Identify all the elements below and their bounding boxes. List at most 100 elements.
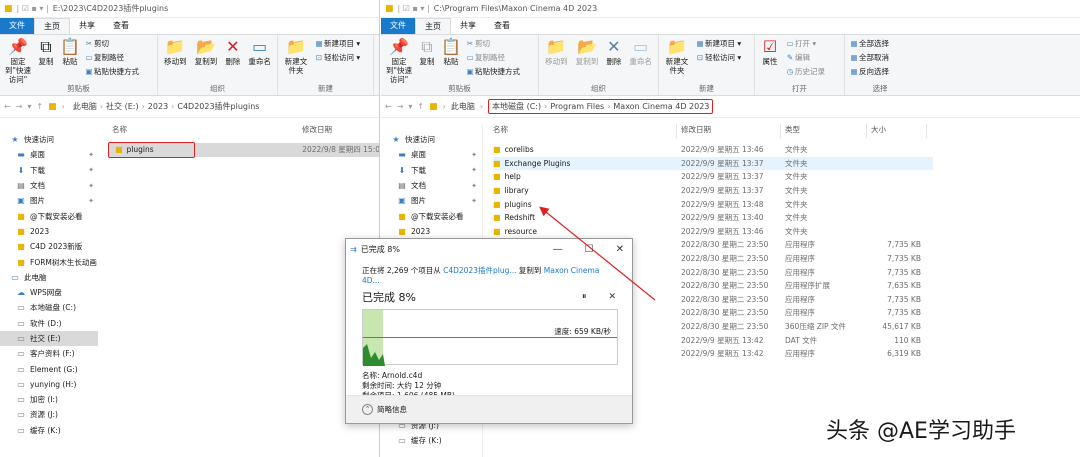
sidebar-item[interactable]: ▭ 客户资料 (F:) <box>0 346 98 361</box>
tab-home[interactable]: 主页 <box>34 18 70 34</box>
back-arrow-icon[interactable]: ← <box>385 102 392 111</box>
new-item-button[interactable]: ▦新建项目 ▾ <box>695 37 741 50</box>
sidebar-item[interactable]: ▣ 图片 ✦ <box>0 193 98 208</box>
copy-path-button[interactable]: ▭复制路径 <box>84 51 139 64</box>
tab-home[interactable]: 主页 <box>415 18 451 34</box>
sidebar-item[interactable]: ▭ 本地磁盘 (C:) <box>0 300 98 315</box>
sidebar-item[interactable]: ▭ 缓存 (K:) <box>381 433 481 448</box>
minimize-icon[interactable]: — <box>553 244 563 255</box>
sidebar-item[interactable]: ■ C4D 2023新版 <box>0 239 98 254</box>
back-arrow-icon[interactable]: ← <box>4 102 11 111</box>
cancel-icon[interactable]: ✕ <box>608 292 616 302</box>
file-row[interactable]: ■ resource 2022/9/9 星期五 13:46 文件夹 <box>493 225 933 239</box>
breadcrumb-item[interactable]: Maxon Cinema 4D 2023 <box>613 102 709 111</box>
tab-share[interactable]: 共享 <box>70 18 104 34</box>
easy-access-button[interactable]: ⊡ 轻松访问 ▾ <box>314 51 360 64</box>
sidebar-item[interactable]: ★ 快速访问 <box>0 132 98 147</box>
sidebar-item[interactable]: ▭ 此电脑 <box>0 270 98 285</box>
recent-chevron-icon[interactable]: ▾ <box>408 102 412 111</box>
breadcrumb-item[interactable]: 本地磁盘 (C:) <box>492 101 541 112</box>
copy-source-link[interactable]: C4D2023插件plug... <box>443 266 516 275</box>
file-name-cell: ■ plugins <box>108 141 196 158</box>
sidebar-item[interactable]: ☁ WPS网盘 <box>0 285 98 300</box>
select-all-button[interactable]: ▦全部选择 <box>849 37 889 50</box>
sidebar-item[interactable]: ▬ 桌面 ✦ <box>381 147 481 162</box>
column-modified[interactable]: 修改日期 <box>677 124 781 138</box>
paste-shortcut-button[interactable]: ▣粘贴快捷方式 <box>84 65 139 78</box>
tab-view[interactable]: 查看 <box>485 18 519 34</box>
column-type[interactable]: 类型 <box>781 124 867 138</box>
sidebar-item[interactable]: ▭ 缓存 (K:) <box>0 423 98 438</box>
history-button[interactable]: ◷ 历史记录 <box>785 65 825 78</box>
sidebar-item[interactable]: ■ @下载安装必看 <box>0 208 98 223</box>
select-none-button[interactable]: ▦全部取消 <box>849 51 889 64</box>
breadcrumb-item[interactable]: 此电脑 <box>451 101 475 112</box>
up-arrow-icon[interactable]: ↑ <box>417 102 424 111</box>
sidebar-item[interactable]: ▤ 文档 ✦ <box>0 178 98 193</box>
forward-arrow-icon[interactable]: → <box>397 102 404 111</box>
tab-file[interactable]: 文件 <box>381 18 415 34</box>
breadcrumb-item[interactable]: 2023 <box>148 102 168 111</box>
pause-icon[interactable]: ⏸ <box>582 292 587 302</box>
sidebar-item[interactable]: ▭ yunying (H:) <box>0 377 98 392</box>
sidebar-item[interactable]: ■ 2023 <box>381 224 481 239</box>
left-address-bar[interactable]: ← → ▾ ↑ ■ › 此电脑 › 社交 (E:) › 2023 › C4D2023插… <box>0 96 379 118</box>
sidebar-item[interactable]: ▤ 文档 ✦ <box>381 178 481 193</box>
sidebar-item[interactable]: ■ FORM树木生长动画 <box>0 254 98 269</box>
file-row[interactable]: ■ Exchange Plugins 2022/9/9 星期五 13:37 文件夹 <box>493 156 933 171</box>
file-type: 360压缩 ZIP 文件 <box>785 322 846 332</box>
tab-file[interactable]: 文件 <box>0 18 34 34</box>
quick-access-toolbar[interactable]: | ☑ ▪ ▾ | <box>17 4 49 13</box>
sidebar-item[interactable]: ▣ 图片 ✦ <box>381 193 481 208</box>
tab-share[interactable]: 共享 <box>451 18 485 34</box>
invert-selection-button[interactable]: ▦反向选择 <box>849 65 889 78</box>
file-date: 2022/9/8 星期四 15:0 <box>302 145 380 155</box>
sidebar-item[interactable]: ▭ 资源 (J:) <box>0 407 98 422</box>
open-button[interactable]: ▭打开 ▾ <box>785 37 825 50</box>
copy-path-button[interactable]: ▭复制路径 <box>465 51 520 64</box>
column-name[interactable]: 名称 <box>108 124 298 138</box>
file-row[interactable]: ■ corelibs 2022/9/9 星期五 13:46 文件夹 <box>493 143 933 157</box>
sidebar-item[interactable]: ⬇ 下载 ✦ <box>381 163 481 178</box>
cut-button[interactable]: ✂ 剪切 <box>465 37 520 50</box>
easy-access-button[interactable]: ⊡ 轻松访问 ▾ <box>695 51 741 64</box>
sidebar-item[interactable]: ▭ 社交 (E:) <box>0 330 98 347</box>
sidebar-item[interactable]: ■ @下载安装必看 <box>381 208 481 223</box>
column-name[interactable]: 名称 <box>489 124 677 138</box>
sidebar-item[interactable]: ▭ 加密 (I:) <box>0 392 98 407</box>
new-item-button[interactable]: ▦新建项目 ▾ <box>314 37 360 50</box>
close-icon[interactable]: ✕ <box>616 244 624 255</box>
sidebar-item[interactable]: ★ 快速访问 <box>381 132 481 147</box>
folder-icon: ■ <box>429 101 438 112</box>
folder-icon: ■ <box>17 226 25 236</box>
sidebar-item[interactable]: ▭ Element (G:) <box>0 361 98 376</box>
quick-access-toolbar[interactable]: | ☑ ▪ ▾ | <box>398 4 430 13</box>
file-row[interactable]: ■ Redshift 2022/9/9 星期五 13:40 文件夹 <box>493 211 933 225</box>
column-size[interactable]: 大小 <box>867 124 927 138</box>
sidebar-item[interactable]: ▬ 桌面 ✦ <box>0 147 98 162</box>
file-row[interactable]: ■ plugins 2022/9/8 星期四 15:0 <box>108 141 380 158</box>
edit-button[interactable]: ✎ 编辑 <box>785 51 825 64</box>
right-address-bar[interactable]: ← → ▾ ↑ ■ › 此电脑 › 本地磁盘 (C:) › Program Fil… <box>381 96 1080 118</box>
forward-arrow-icon[interactable]: → <box>16 102 23 111</box>
breadcrumb-item[interactable]: 此电脑 <box>73 101 97 112</box>
sidebar-item[interactable]: ■ 2023 <box>0 224 98 239</box>
fewer-details-button[interactable]: 简略信息 <box>377 404 407 415</box>
breadcrumb-item[interactable]: Program Files <box>550 102 604 111</box>
file-row[interactable]: ■ plugins 2022/9/9 星期五 13:48 文件夹 <box>493 197 933 211</box>
chevron-up-icon[interactable]: ⌃ <box>362 404 373 415</box>
maximize-icon[interactable]: ☐ <box>585 244 594 255</box>
file-row[interactable]: ■ library 2022/9/9 星期五 13:37 文件夹 <box>493 184 933 198</box>
up-arrow-icon[interactable]: ↑ <box>36 102 43 111</box>
cut-button[interactable]: ✂ 剪切 <box>84 37 139 50</box>
column-modified[interactable]: 修改日期 <box>298 124 378 138</box>
breadcrumb-item[interactable]: C4D2023插件plugins <box>177 101 259 112</box>
sidebar-item[interactable]: ▭ 软件 (D:) <box>0 316 98 331</box>
paste-shortcut-button[interactable]: ▣粘贴快捷方式 <box>465 65 520 78</box>
tab-view[interactable]: 查看 <box>104 18 138 34</box>
sidebar-item[interactable]: ⬇ 下载 ✦ <box>0 163 98 178</box>
pin-label: 固定到"快速访问" <box>5 57 31 84</box>
file-row[interactable]: ■ help 2022/9/9 星期五 13:37 文件夹 <box>493 170 933 184</box>
recent-chevron-icon[interactable]: ▾ <box>27 102 31 111</box>
breadcrumb-item[interactable]: 社交 (E:) <box>106 101 139 112</box>
